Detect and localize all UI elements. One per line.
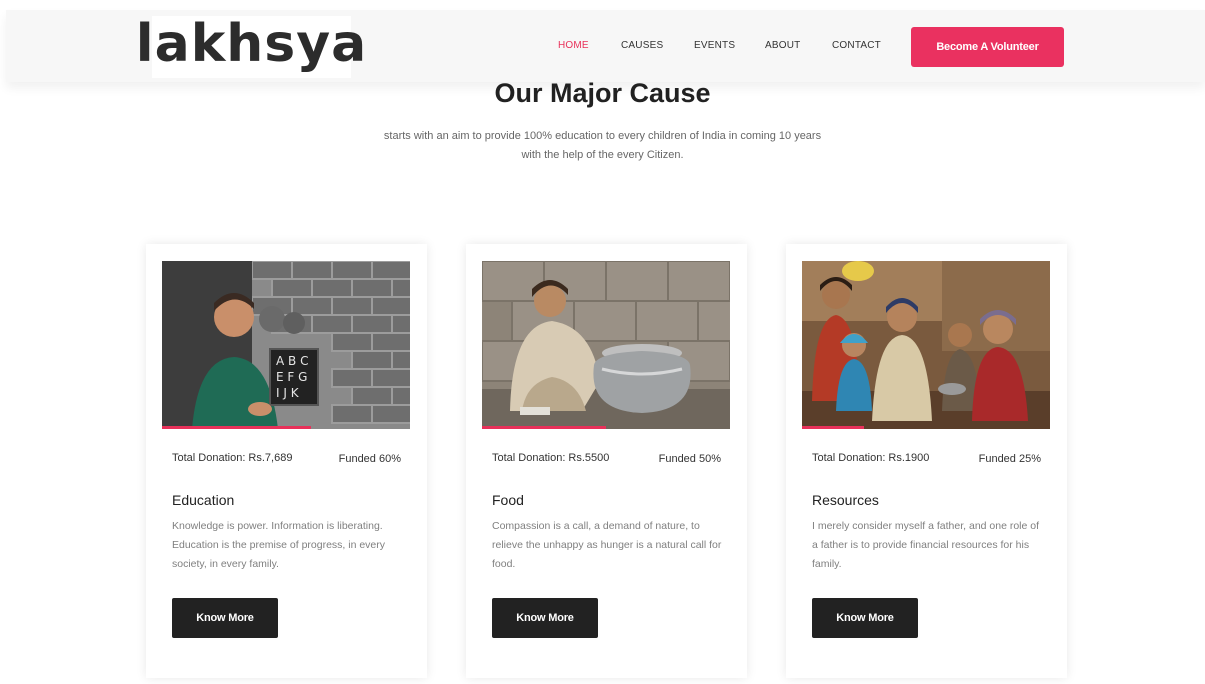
funding-progress-bar bbox=[802, 426, 1050, 429]
funded-percent: Funded 50% bbox=[658, 453, 721, 465]
card-description: I merely consider myself a father, and o… bbox=[812, 520, 1040, 570]
nav-home[interactable]: HOME bbox=[558, 40, 589, 51]
svg-text:I J K: I J K bbox=[276, 386, 300, 400]
card-description: Knowledge is power. Information is liber… bbox=[172, 520, 386, 570]
resources-image bbox=[802, 261, 1050, 429]
funding-progress-fill bbox=[802, 426, 864, 429]
logo-text: lakhsya bbox=[135, 14, 368, 74]
site-header: lakhsya HOME CAUSES EVENTS ABOUT CONTACT… bbox=[6, 10, 1205, 82]
funded-percent: Funded 60% bbox=[338, 453, 401, 465]
know-more-button[interactable]: Know More bbox=[172, 598, 278, 638]
section-subtitle-line-2: with the help of the every Citizen. bbox=[521, 149, 684, 161]
funding-progress-fill bbox=[162, 426, 311, 429]
cause-card-education: A B C E F G I J K Total Donation: Rs.7,6… bbox=[146, 244, 427, 678]
svg-text:A B C: A B C bbox=[276, 354, 308, 368]
card-title: Education bbox=[172, 492, 235, 508]
funded-percent: Funded 25% bbox=[978, 453, 1041, 465]
section-subtitle-line-1: starts with an aim to provide 100% educa… bbox=[383, 130, 822, 142]
logo[interactable]: lakhsya bbox=[136, 16, 366, 78]
svg-text:E F G: E F G bbox=[276, 370, 307, 384]
total-donation: Total Donation: Rs.1900 bbox=[812, 452, 930, 464]
section-title: Our Major Cause bbox=[494, 78, 711, 108]
cause-card-resources: Total Donation: Rs.1900 Funded 25% Resou… bbox=[786, 244, 1067, 678]
card-description: Compassion is a call, a demand of nature… bbox=[492, 520, 722, 570]
total-donation: Total Donation: Rs.7,689 bbox=[172, 452, 293, 464]
nav-causes[interactable]: CAUSES bbox=[621, 40, 663, 51]
funding-progress-fill bbox=[482, 426, 606, 429]
funding-progress-bar bbox=[162, 426, 410, 429]
become-volunteer-button[interactable]: Become A Volunteer bbox=[911, 27, 1064, 67]
education-image: A B C E F G I J K bbox=[162, 261, 410, 429]
card-title: Food bbox=[492, 492, 524, 508]
nav-about[interactable]: ABOUT bbox=[765, 40, 800, 51]
card-title: Resources bbox=[812, 492, 879, 508]
food-image bbox=[482, 261, 730, 429]
know-more-button[interactable]: Know More bbox=[812, 598, 918, 638]
total-donation: Total Donation: Rs.5500 bbox=[492, 452, 610, 464]
know-more-button[interactable]: Know More bbox=[492, 598, 598, 638]
funding-progress-bar bbox=[482, 426, 730, 429]
nav-contact[interactable]: CONTACT bbox=[832, 40, 881, 51]
cause-card-food: Total Donation: Rs.5500 Funded 50% Food … bbox=[466, 244, 747, 678]
nav-events[interactable]: EVENTS bbox=[694, 40, 735, 51]
